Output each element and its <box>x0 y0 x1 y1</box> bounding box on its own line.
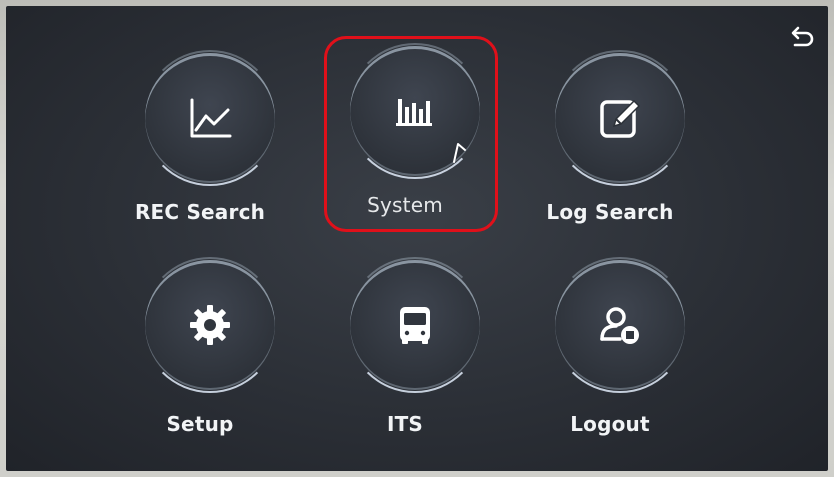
menu-circle <box>142 257 278 393</box>
menu-tile-system[interactable]: System <box>315 43 495 226</box>
menu-tile-rec-search[interactable]: REC Search <box>110 50 290 233</box>
menu-circle <box>552 257 688 393</box>
menu-tile-log-search[interactable]: Log Search <box>520 50 700 233</box>
menu-tile-its[interactable]: ITS <box>315 257 495 440</box>
back-button[interactable] <box>788 22 818 52</box>
menu-label-rec-search: REC Search <box>134 200 266 224</box>
menu-label-system: System <box>367 193 443 217</box>
bus-icon <box>400 307 430 344</box>
menu-circle <box>347 257 483 393</box>
menu-tile-setup[interactable]: Setup <box>110 257 290 440</box>
cursor-pointer-icon <box>453 143 466 163</box>
menu-circle <box>347 43 483 179</box>
menu-label-its: ITS <box>386 412 424 436</box>
menu-label-setup: Setup <box>166 412 234 436</box>
return-arrow-icon <box>791 26 814 47</box>
menu-circle <box>552 50 688 186</box>
line-chart-icon <box>190 98 232 138</box>
main-menu-screen: REC Search System Log Search Setup ITS L… <box>6 6 828 471</box>
gear-icon <box>190 305 230 345</box>
menu-tile-logout[interactable]: Logout <box>520 257 700 440</box>
menu-circle <box>142 50 278 186</box>
menu-label-logout: Logout <box>570 412 650 436</box>
edit-note-icon <box>600 99 641 138</box>
user-logout-icon <box>600 307 639 344</box>
menu-label-log-search: Log Search <box>546 200 674 224</box>
bar-chart-icon <box>396 99 432 126</box>
